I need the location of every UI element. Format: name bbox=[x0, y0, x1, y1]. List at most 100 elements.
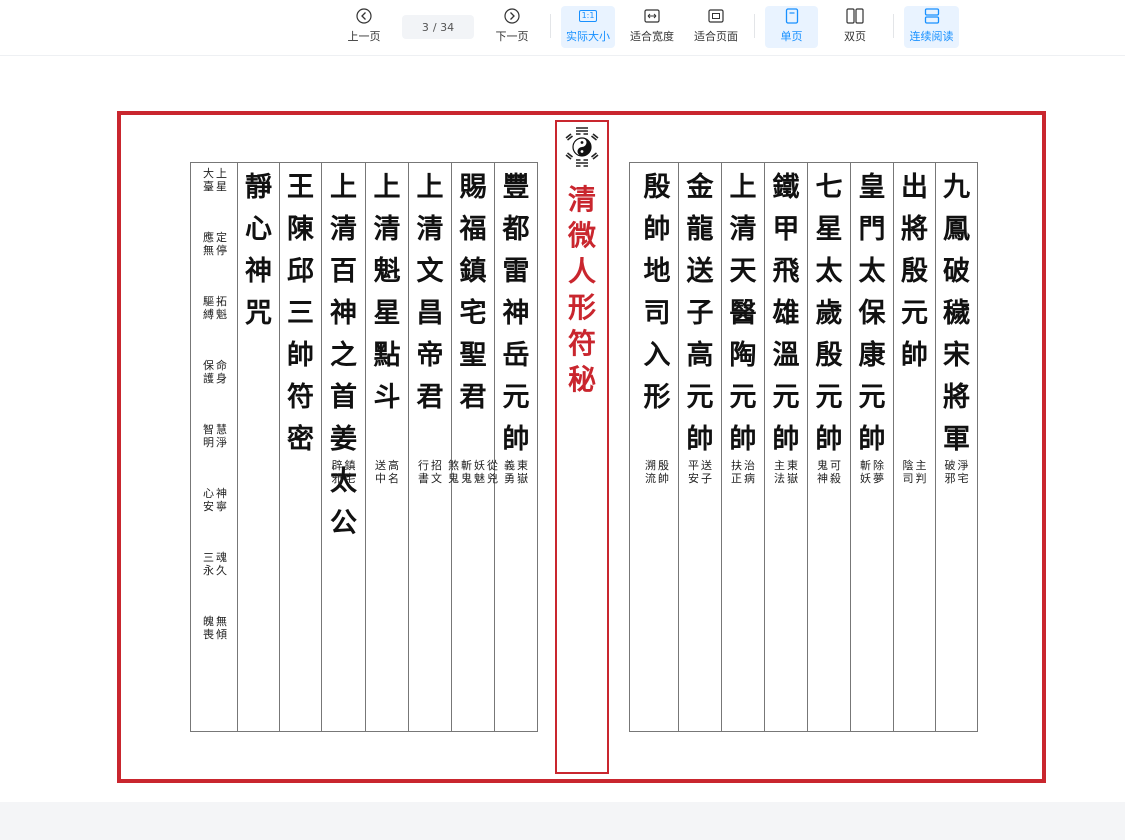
text-column: 上清魁星點斗送中高名 bbox=[365, 163, 408, 731]
actual-size-icon: 1:1 bbox=[578, 6, 598, 26]
glyph: 咒 bbox=[245, 298, 272, 329]
glyph: 流 bbox=[645, 472, 656, 485]
column-annotation: 煞鬼斬鬼妖魅從兇 bbox=[448, 459, 498, 485]
glyph: 殷 bbox=[901, 256, 928, 287]
glyph: 病 bbox=[744, 472, 755, 485]
annotation-line: 大臺 bbox=[203, 167, 214, 193]
glyph: 明 bbox=[203, 436, 214, 449]
glyph: 法 bbox=[774, 472, 785, 485]
glyph: 身 bbox=[216, 372, 227, 385]
glyph: 帥 bbox=[686, 424, 714, 455]
glyph: 神 bbox=[330, 298, 357, 329]
center-title: 清微人形符秘 bbox=[568, 182, 596, 398]
text-column: 賜福鎮宅聖君煞鬼斬鬼妖魅從兇 bbox=[448, 163, 498, 731]
column-annotation: 溯流殷帥 bbox=[636, 459, 678, 485]
double-page-button[interactable]: 双页 bbox=[830, 6, 880, 48]
glyph: 帥 bbox=[901, 340, 928, 371]
glyph: 帥 bbox=[772, 424, 800, 455]
title-glyph: 秘 bbox=[567, 363, 596, 396]
text-column: 靜心神咒 bbox=[237, 163, 279, 731]
glyph: 斬 bbox=[860, 459, 871, 472]
glyph: 宋 bbox=[943, 340, 970, 371]
glyph: 元 bbox=[858, 382, 886, 413]
continuous-read-button[interactable]: 连续阅读 bbox=[904, 6, 959, 48]
glyph: 醫 bbox=[729, 298, 757, 329]
chevron-left-circle-icon bbox=[356, 6, 372, 26]
annotation-line: 魄喪 bbox=[203, 615, 214, 641]
prev-page-button[interactable]: 上一页 bbox=[340, 6, 388, 48]
text-column: 上清天醫陶元帥扶正治病 bbox=[721, 163, 764, 731]
fit-page-button[interactable]: 适合页面 bbox=[689, 6, 743, 48]
column-main-text: 七星太歲殷元帥 bbox=[808, 167, 850, 461]
glyph: 無 bbox=[203, 244, 214, 257]
glyph: 邪 bbox=[944, 472, 956, 485]
annotation-line: 東嶽 bbox=[517, 459, 528, 485]
glyph: 魄 bbox=[203, 615, 214, 628]
glyph: 帝 bbox=[416, 340, 444, 371]
glyph: 東 bbox=[517, 459, 528, 472]
glyph: 永 bbox=[203, 564, 214, 577]
column-main-text: 王陳邱三帥符密 bbox=[280, 167, 321, 461]
fit-width-button[interactable]: 适合宽度 bbox=[625, 6, 679, 48]
column-annotation: 行書招文 bbox=[409, 459, 451, 485]
glyph: 司 bbox=[643, 298, 671, 329]
glyph: 入 bbox=[643, 340, 671, 371]
glyph: 判 bbox=[915, 472, 927, 485]
document-viewport[interactable]: 豐都雷神岳元帥義勇東嶽賜福鎮宅聖君煞鬼斬鬼妖魅從兇上清文昌帝君行書招文上清魁星點… bbox=[0, 57, 1125, 802]
glyph: 符 bbox=[287, 382, 314, 413]
single-page-button[interactable]: 单页 bbox=[765, 6, 818, 48]
glyph: 保 bbox=[203, 359, 214, 372]
text-column: 皇門太保康元帥斬妖除夢 bbox=[850, 163, 893, 731]
glyph: 鳳 bbox=[943, 214, 970, 245]
glyph: 神 bbox=[245, 256, 272, 287]
glyph: 康 bbox=[858, 340, 886, 371]
glyph: 門 bbox=[858, 214, 886, 245]
glyph: 帥 bbox=[729, 424, 757, 455]
note-column: 上星大臺定停應無拓魁驅縛命身保護慧淨智明神寧心安魂久三永無傾魄喪 bbox=[193, 163, 237, 731]
glyph: 宅 bbox=[957, 472, 969, 485]
annotation-line: 扶正 bbox=[731, 459, 742, 485]
column-main-text: 皇門太保康元帥 bbox=[851, 167, 893, 461]
annotation-line: 高名 bbox=[388, 459, 399, 485]
total-pages: / 34 bbox=[432, 20, 455, 34]
column-main-text: 金龍送子高元帥 bbox=[679, 167, 721, 461]
annotation-line: 智明 bbox=[203, 423, 214, 449]
note-pair: 上星大臺 bbox=[193, 167, 237, 193]
annotation-line: 驅縛 bbox=[203, 295, 214, 321]
glyph: 鬼 bbox=[817, 459, 828, 472]
text-column: 九鳳破穢宋將軍破邪淨宅 bbox=[935, 163, 977, 731]
glyph: 殷 bbox=[658, 459, 669, 472]
annotation-line: 義勇 bbox=[504, 459, 515, 485]
glyph: 帥 bbox=[643, 214, 671, 245]
glyph: 停 bbox=[216, 244, 227, 257]
glyph: 大 bbox=[203, 167, 214, 180]
glyph: 甲 bbox=[772, 214, 800, 245]
annotation-line: 鬼神 bbox=[817, 459, 828, 485]
continuous-read-label: 连续阅读 bbox=[909, 30, 954, 43]
glyph: 昌 bbox=[416, 298, 444, 329]
glyph: 慧 bbox=[216, 423, 227, 436]
annotation-line: 殷帥 bbox=[658, 459, 669, 485]
toolbar-divider bbox=[754, 14, 755, 38]
glyph: 高 bbox=[686, 340, 714, 371]
glyph: 元 bbox=[502, 382, 530, 413]
annotation-line: 破邪 bbox=[945, 459, 956, 485]
column-main-text: 上清百神之首姜太公 bbox=[322, 167, 365, 545]
page-indicator[interactable]: 3 / 34 bbox=[402, 15, 474, 39]
actual-size-button[interactable]: 1:1 实际大小 bbox=[561, 6, 615, 48]
glyph: 星 bbox=[216, 180, 227, 193]
next-page-button[interactable]: 下一页 bbox=[488, 6, 536, 48]
annotation-line: 送子 bbox=[701, 459, 712, 485]
annotation-line: 魂久 bbox=[216, 551, 227, 577]
column-main-text: 九鳳破穢宋將軍 bbox=[936, 167, 977, 461]
current-page[interactable]: 3 bbox=[422, 21, 429, 34]
glyph: 宅 bbox=[459, 298, 487, 329]
glyph: 寧 bbox=[216, 500, 227, 513]
glyph: 應 bbox=[203, 231, 214, 244]
glyph: 岳 bbox=[502, 340, 530, 371]
annotation-line: 送中 bbox=[375, 459, 386, 485]
fit-width-label: 适合宽度 bbox=[630, 30, 674, 43]
column-main-text: 上清天醫陶元帥 bbox=[722, 167, 764, 461]
glyph: 魅 bbox=[474, 472, 485, 485]
glyph: 豐 bbox=[502, 172, 530, 203]
